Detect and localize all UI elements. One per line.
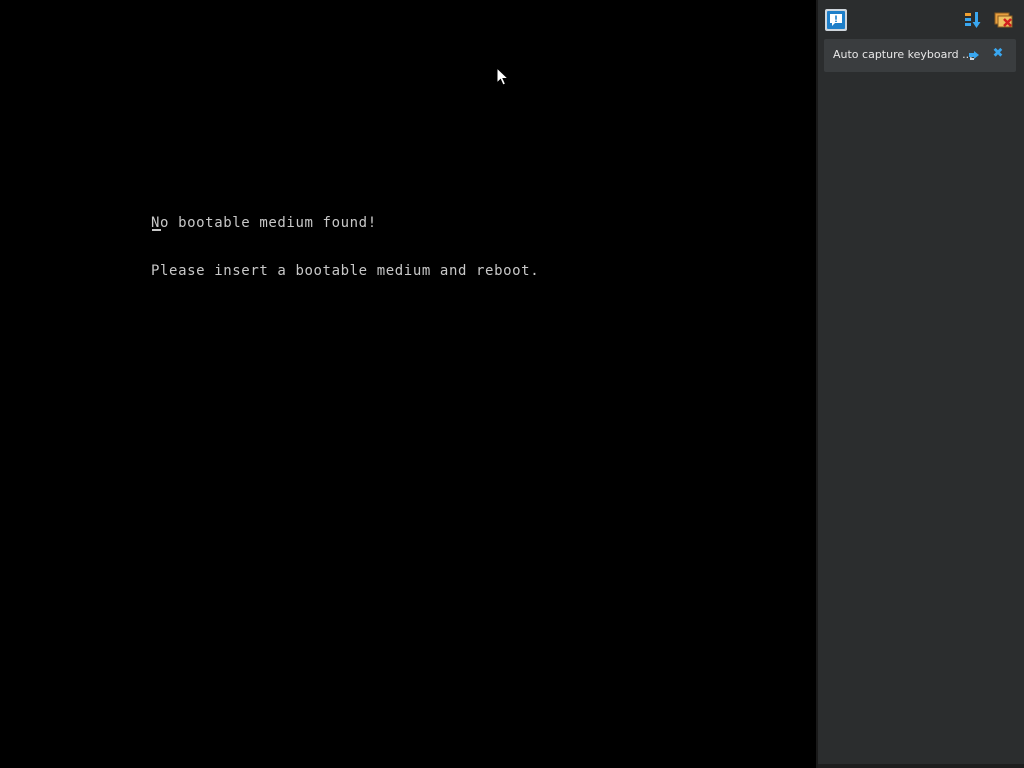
sort-notifications-icon[interactable] xyxy=(962,9,984,31)
notification-item[interactable]: Auto capture keyboard ... ✖ xyxy=(824,39,1016,72)
vm-display[interactable]: No bootable medium found! Please insert … xyxy=(0,0,816,768)
notification-panel: Auto capture keyboard ... ✖ xyxy=(816,0,1024,768)
console-line: No bootable medium found! xyxy=(151,215,377,231)
close-icon[interactable]: ✖ xyxy=(991,47,1005,61)
console-line: Please insert a bootable medium and rebo… xyxy=(151,263,540,279)
text-cursor xyxy=(152,229,161,231)
info-message-icon[interactable] xyxy=(825,9,847,31)
notification-text: Auto capture keyboard ... xyxy=(833,48,973,61)
pin-icon[interactable] xyxy=(967,48,981,62)
clear-all-notifications-icon[interactable] xyxy=(993,9,1015,31)
mouse-pointer-icon xyxy=(496,67,510,86)
console-output: No bootable medium found! Please insert … xyxy=(151,183,539,311)
